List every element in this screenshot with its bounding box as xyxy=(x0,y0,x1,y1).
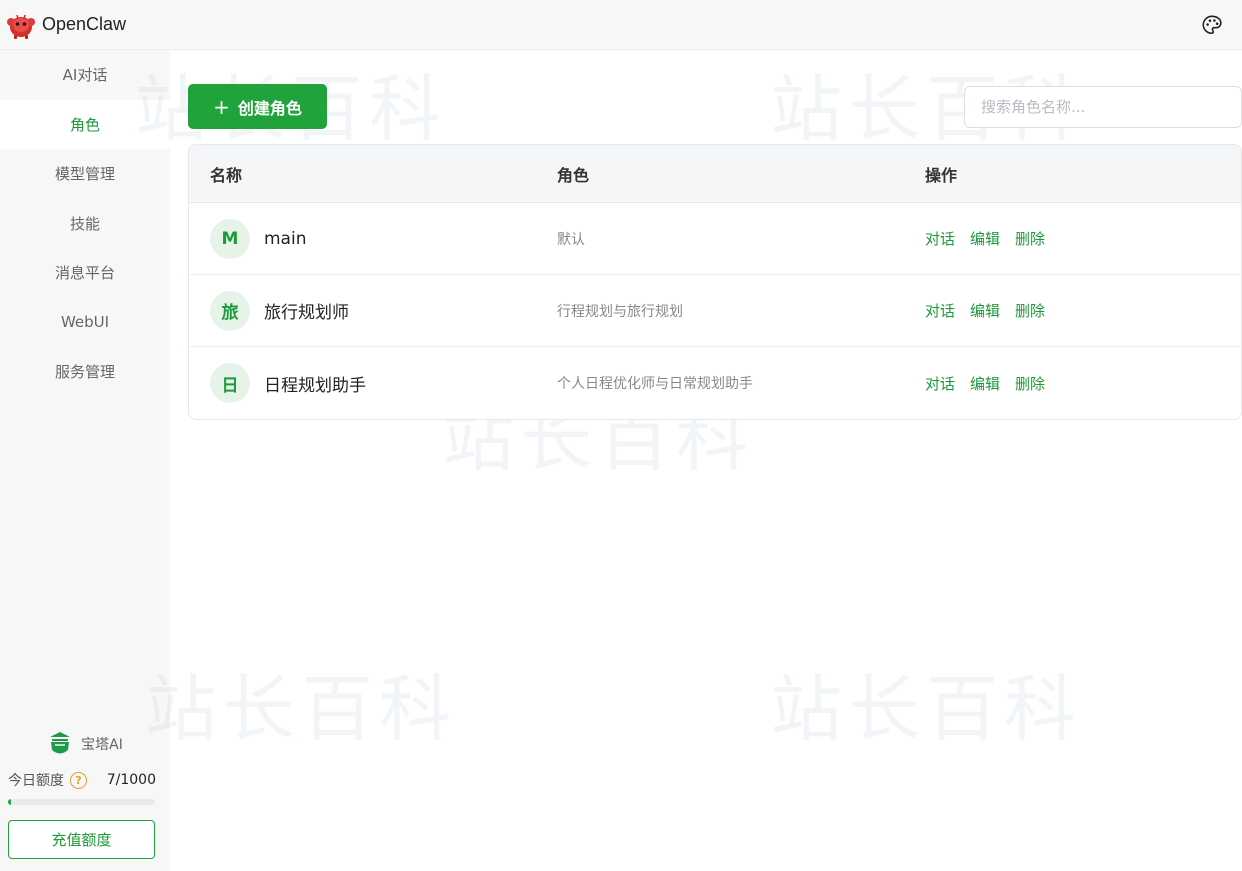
sidebar-item-webui[interactable]: WebUI xyxy=(0,298,170,348)
brand-name: 宝塔AI xyxy=(81,737,123,753)
sidebar: AI对话 角色 模型管理 技能 消息平台 WebUI 服务管理 宝塔AI 今日额… xyxy=(0,50,170,871)
sidebar-item-label: 角色 xyxy=(69,115,100,134)
delete-link[interactable]: 删除 xyxy=(1015,300,1045,321)
edit-link[interactable]: 编辑 xyxy=(970,300,1000,321)
sidebar-item-label: 技能 xyxy=(69,214,100,233)
theme-button[interactable] xyxy=(1200,13,1224,37)
sidebar-item-messaging[interactable]: 消息平台 xyxy=(0,248,170,298)
sidebar-item-label: WebUI xyxy=(60,313,110,332)
question-icon[interactable]: ? xyxy=(70,771,87,789)
edit-link[interactable]: 编辑 xyxy=(970,228,1000,249)
table-header: 名称 角色 操作 xyxy=(189,145,1241,203)
edit-link[interactable]: 编辑 xyxy=(970,373,1000,394)
row-actions: 对话 编辑 删除 xyxy=(925,373,1241,394)
logo[interactable]: OpenClaw xyxy=(6,10,126,40)
sidebar-item-services[interactable]: 服务管理 xyxy=(0,347,170,397)
search-input[interactable] xyxy=(964,86,1242,128)
palette-icon xyxy=(1202,15,1222,35)
role-description: 行程规划与旅行规划 xyxy=(557,303,683,320)
table-row: 旅 旅行规划师 行程规划与旅行规划 对话 编辑 删除 xyxy=(189,275,1241,347)
quota-value: 7/1000 xyxy=(106,772,156,788)
plus-icon: + xyxy=(213,94,230,119)
row-actions: 对话 编辑 删除 xyxy=(925,228,1241,249)
crab-mascot-icon xyxy=(7,14,35,39)
role-description: 默认 xyxy=(557,231,585,248)
table-row: 日 日程规划助手 个人日程优化师与日常规划助手 对话 编辑 删除 xyxy=(189,347,1241,419)
column-header-name: 名称 xyxy=(210,165,243,185)
recharge-label: 充值额度 xyxy=(51,831,112,849)
quota-progress-fill xyxy=(8,799,11,805)
create-role-button[interactable]: + 创建角色 xyxy=(188,84,327,129)
main-content: 站长百科 站长百科 站长百科 站长百科 站长百科 + 创建角色 名称 角色 操作… xyxy=(135,50,1242,871)
sidebar-footer: 宝塔AI 今日额度 ? 7/1000 充值额度 xyxy=(0,729,170,871)
row-name-cell: M main xyxy=(189,218,557,259)
chat-link[interactable]: 对话 xyxy=(925,373,955,394)
role-name: 日程规划助手 xyxy=(264,375,366,396)
role-name: 旅行规划师 xyxy=(264,303,349,323)
chat-link[interactable]: 对话 xyxy=(925,228,955,249)
pagoda-logo-icon xyxy=(50,732,71,754)
brand: 宝塔AI xyxy=(0,729,170,759)
sidebar-item-label: AI对话 xyxy=(62,66,108,85)
sidebar-item-label: 模型管理 xyxy=(54,165,115,184)
quota-row: 今日额度 ? 7/1000 xyxy=(0,769,170,791)
sidebar-item-models[interactable]: 模型管理 xyxy=(0,149,170,199)
sidebar-item-label: 消息平台 xyxy=(54,264,115,283)
row-name-cell: 旅 旅行规划师 xyxy=(189,290,557,331)
column-header-ops: 操作 xyxy=(925,165,958,185)
watermark: 站长百科 xyxy=(770,667,1083,751)
row-actions: 对话 编辑 删除 xyxy=(925,300,1241,321)
row-name-cell: 日 日程规划助手 xyxy=(189,363,557,403)
top-bar: OpenClaw xyxy=(0,0,1242,50)
sidebar-item-ai-chat[interactable]: AI对话 xyxy=(0,50,170,100)
delete-link[interactable]: 删除 xyxy=(1015,228,1045,249)
chat-link[interactable]: 对话 xyxy=(925,300,955,321)
avatar: 日 xyxy=(210,363,250,403)
sidebar-item-skills[interactable]: 技能 xyxy=(0,199,170,249)
table-row: M main 默认 对话 编辑 删除 xyxy=(189,203,1241,275)
watermark: 站长百科 xyxy=(145,667,458,751)
role-name: main xyxy=(264,228,307,249)
roles-table: 名称 角色 操作 M main 默认 对话 编辑 删除 旅 旅行规划师 行程规划… xyxy=(188,144,1242,420)
quota-label: 今日额度 xyxy=(8,773,64,789)
app-title: OpenClaw xyxy=(42,14,127,34)
delete-link[interactable]: 删除 xyxy=(1015,373,1045,394)
app-window: OpenClaw AI对话 角色 模型管理 技能 消息平台 WebUI 服务管理… xyxy=(0,0,1242,871)
sidebar-item-label: 服务管理 xyxy=(54,363,115,382)
create-role-label: 创建角色 xyxy=(237,98,302,118)
quota-progress-bar xyxy=(8,799,155,805)
avatar: M xyxy=(210,218,250,259)
role-description: 个人日程优化师与日常规划助手 xyxy=(557,376,753,392)
avatar: 旅 xyxy=(210,290,250,331)
recharge-button[interactable]: 充值额度 xyxy=(8,820,155,859)
sidebar-item-roles[interactable]: 角色 xyxy=(0,99,170,149)
column-header-role: 角色 xyxy=(557,165,590,185)
